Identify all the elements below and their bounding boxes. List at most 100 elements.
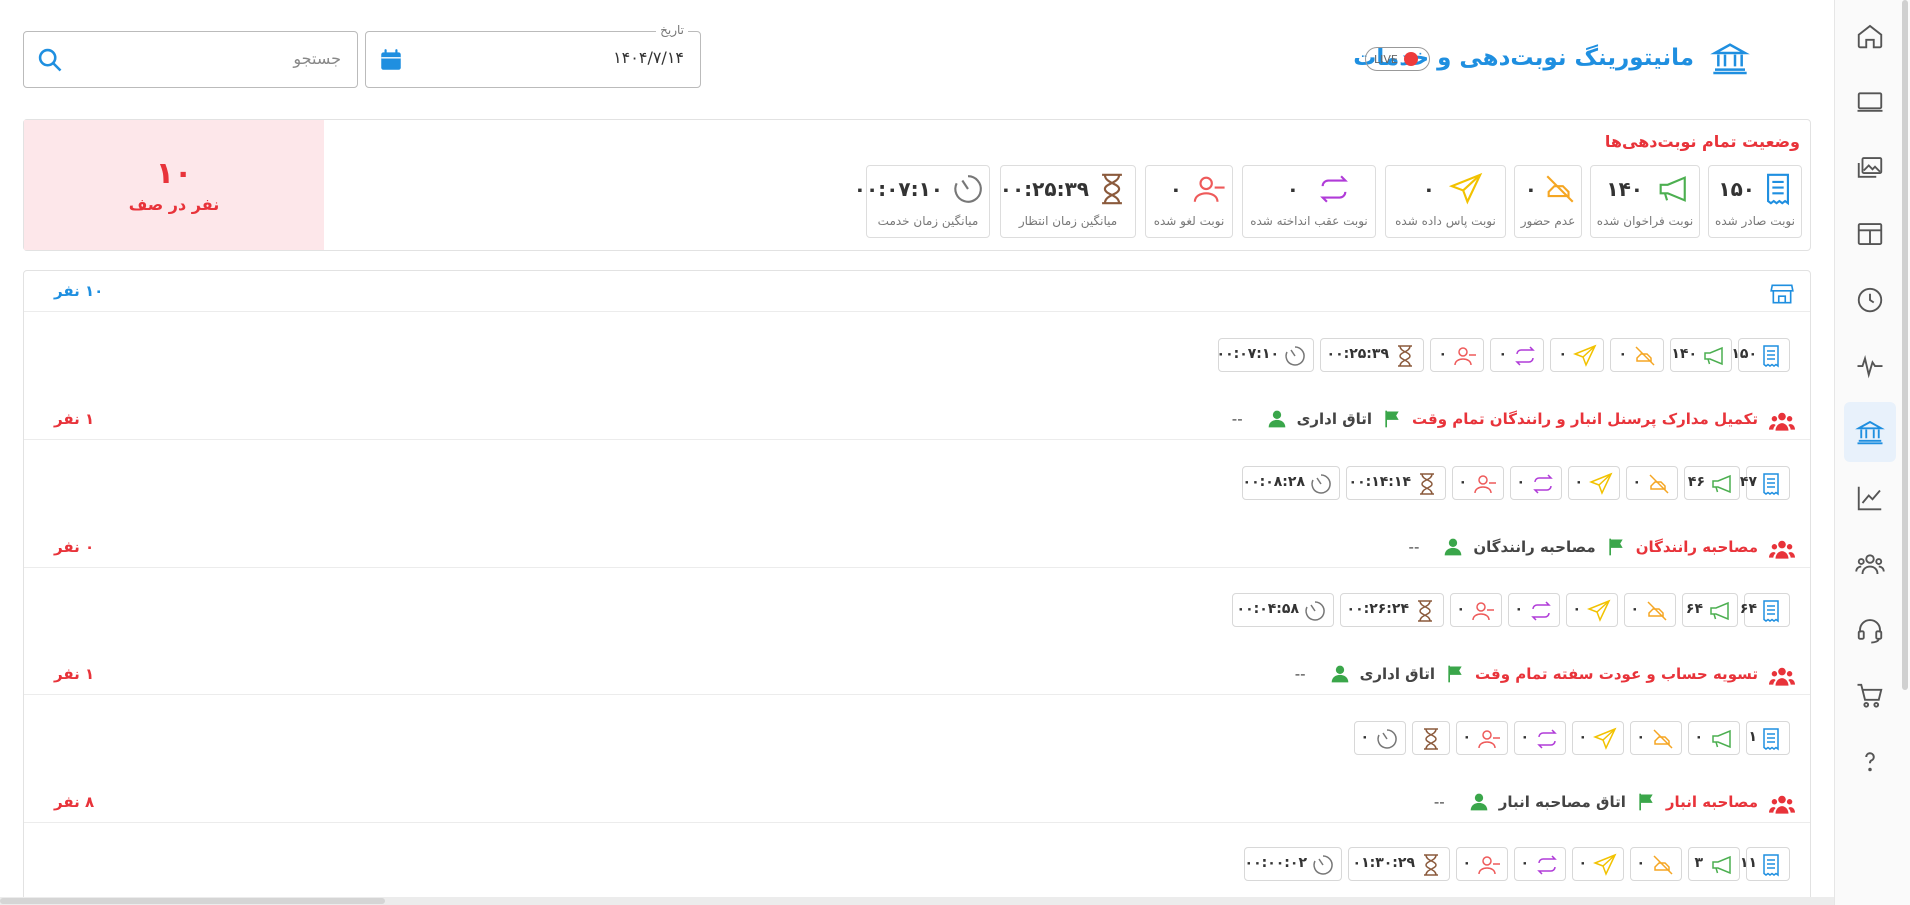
stat-label: میانگین زمان انتظار — [1018, 214, 1118, 228]
user-minus-icon — [1193, 176, 1225, 202]
chip-value: ۱۱ — [1739, 855, 1757, 871]
repeat-icon — [1537, 855, 1557, 875]
chip-value: ۰ — [1630, 601, 1639, 617]
summary-title: وضعیت تمام نوبت‌دهی‌ها — [1604, 132, 1800, 151]
send-icon — [1573, 344, 1597, 367]
search-input[interactable]: جستجو — [23, 31, 358, 88]
sidebar-item-support[interactable] — [1844, 600, 1896, 660]
service-name: مصاحبه انبار — [1665, 793, 1758, 811]
chip-value: ۰ — [1458, 474, 1467, 490]
users-icon[interactable] — [1768, 409, 1796, 435]
receipt-icon — [1763, 345, 1779, 368]
divider — [24, 822, 1810, 823]
stat-issued: ۱۵۰ نوبت صادر شده — [1708, 165, 1802, 238]
flag-icon — [1385, 410, 1399, 428]
store-icon[interactable] — [1768, 281, 1796, 307]
horizontal-scrollbar[interactable] — [0, 897, 1834, 905]
chip-avg-service: ۰۰:۰۷:۱۰ — [1217, 338, 1314, 372]
hourglass-icon — [1424, 854, 1438, 876]
flag-icon — [1448, 665, 1462, 683]
receipt-icon — [1763, 600, 1779, 623]
chip-value: ۰ — [1520, 855, 1529, 871]
chip-value: ۶۴ — [1685, 601, 1703, 617]
receipt-icon — [1763, 473, 1779, 496]
flag-icon — [1639, 793, 1653, 811]
sidebar-item-layout[interactable] — [1844, 204, 1896, 264]
users-icon[interactable] — [1768, 537, 1796, 563]
sidebar-item-help[interactable] — [1844, 732, 1896, 792]
bank-icon — [1710, 43, 1750, 75]
sidebar-item-gallery[interactable] — [1844, 138, 1896, 198]
live-toggle[interactable]: LIVE — [1365, 47, 1430, 71]
service-name: تسویه حساب و عودت سفته تمام وقت — [1475, 665, 1758, 683]
chip-issued: ۶۴ — [1740, 593, 1790, 627]
chip-value: ۰ — [1572, 601, 1581, 617]
chip-called: ۶۴ — [1682, 593, 1738, 627]
chip-passed: ۰ — [1572, 847, 1624, 881]
hourglass-icon — [1102, 173, 1122, 205]
users-icon[interactable] — [1768, 792, 1796, 818]
sidebar-item-clock[interactable] — [1844, 270, 1896, 330]
chip-value: ۰۱:۳۰:۲۹ — [1352, 855, 1415, 871]
stat-value: ۱۵۰ — [1718, 177, 1755, 201]
timer-icon — [1285, 346, 1305, 366]
group-count: ۱۰ نفر — [54, 282, 104, 300]
stat-label: نوبت عقب انداخته شده — [1250, 214, 1368, 228]
user-icon — [1268, 410, 1285, 428]
divider — [24, 567, 1810, 568]
send-icon — [1593, 727, 1617, 750]
chip-value: ۰ — [1636, 729, 1645, 745]
user-minus-icon — [1478, 856, 1500, 875]
activity-icon — [1857, 355, 1883, 379]
chip-value: ۰۰:۰۸:۲۸ — [1242, 474, 1305, 490]
group-count: ۰ نفر — [54, 538, 95, 556]
chip-avg-service: ۰ — [1354, 721, 1406, 755]
date-field[interactable]: تاریخ ۱۴۰۴/۷/۱۴ — [365, 23, 701, 88]
sidebar-item-users[interactable] — [1844, 534, 1896, 594]
hourglass-icon — [1424, 728, 1438, 750]
vertical-scrollbar[interactable] — [1902, 0, 1908, 690]
staff-name: -- — [1433, 793, 1445, 811]
hand-off-icon — [1647, 601, 1667, 621]
scrollbar-thumb[interactable] — [0, 898, 385, 904]
timer-icon — [1311, 474, 1331, 494]
chip-value: ۰۰:۰۰:۰۲ — [1244, 855, 1307, 871]
group-header: تکمیل مدارک پرسنل انبار و رانندگان تمام … — [1232, 409, 1758, 429]
group-header: مصاحبه رانندگان مصاحبه رانندگان -- — [1409, 537, 1758, 557]
user-icon — [1445, 538, 1462, 556]
chip-value: ۰ — [1516, 474, 1525, 490]
chip-postponed: ۰ — [1490, 338, 1544, 372]
search-icon[interactable] — [36, 46, 64, 74]
chip-called: ۴۶ — [1684, 466, 1740, 500]
hourglass-icon — [1398, 345, 1412, 367]
group-header: تسویه حساب و عودت سفته تمام وقت اتاق ادا… — [1295, 664, 1758, 684]
sidebar-item-home[interactable] — [1844, 6, 1896, 66]
chip-value: ۰ — [1578, 729, 1587, 745]
summary-card: وضعیت تمام نوبت‌دهی‌ها ۱۰ نفر در صف ۱۵۰ … — [23, 119, 1811, 251]
megaphone-icon — [1712, 855, 1731, 875]
repeat-icon — [1515, 346, 1535, 366]
users-icon[interactable] — [1768, 664, 1796, 690]
chip-avg-wait: ۰۱:۳۰:۲۹ — [1348, 847, 1450, 881]
sidebar-item-cart[interactable] — [1844, 666, 1896, 726]
chip-value: ۰۰:۰۴:۵۸ — [1236, 601, 1299, 617]
chip-value: ۰ — [1578, 855, 1587, 871]
stat-avg-wait: ۰۰:۲۵:۳۹ میانگین زمان انتظار — [1000, 165, 1136, 238]
sidebar-item-monitor[interactable] — [1844, 72, 1896, 132]
chip-issued: ۱۵۰ — [1731, 338, 1790, 372]
chip-value: ۱۴۰ — [1671, 346, 1697, 362]
room-name: اتاق مصاحبه انبار — [1498, 793, 1626, 811]
chip-value: ۴۷ — [1739, 474, 1757, 490]
chip-absent: ۰ — [1630, 721, 1682, 755]
calendar-icon[interactable] — [378, 46, 404, 74]
megaphone-icon — [1710, 601, 1729, 621]
sidebar-item-chart[interactable] — [1844, 468, 1896, 528]
megaphone-icon — [1712, 474, 1731, 494]
stat-label: عدم حضور — [1520, 214, 1576, 228]
staff-name: -- — [1231, 410, 1243, 428]
sidebar-item-activity[interactable] — [1844, 336, 1896, 396]
chip-cancelled: ۰ — [1456, 847, 1508, 881]
chip-cancelled: ۰ — [1456, 721, 1508, 755]
send-icon — [1589, 472, 1613, 495]
sidebar-item-bank[interactable] — [1844, 402, 1896, 462]
